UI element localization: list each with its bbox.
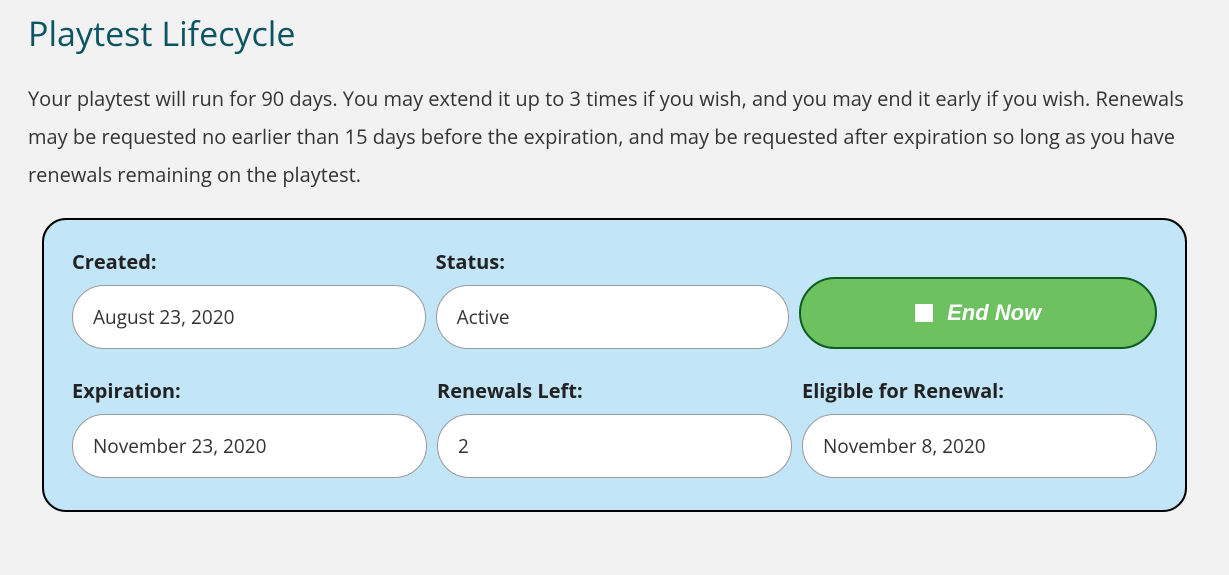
row-2: Expiration: November 23, 2020 Renewals L… — [72, 377, 1157, 478]
status-value: Active — [436, 285, 790, 349]
eligible-label: Eligible for Renewal: — [802, 377, 1157, 404]
expiration-label: Expiration: — [72, 377, 427, 404]
page-title: Playtest Lifecycle — [28, 10, 1201, 56]
page-container: Playtest Lifecycle Your playtest will ru… — [0, 0, 1229, 540]
page-description: Your playtest will run for 90 days. You … — [28, 80, 1201, 194]
field-status: Status: Active — [436, 248, 790, 349]
end-now-label: End Now — [947, 300, 1041, 326]
renewals-left-label: Renewals Left: — [437, 377, 792, 404]
created-value: August 23, 2020 — [72, 285, 426, 349]
lifecycle-card: Created: August 23, 2020 Status: Active … — [42, 218, 1187, 512]
eligible-value: November 8, 2020 — [802, 414, 1157, 478]
stop-icon — [915, 304, 933, 322]
status-label: Status: — [436, 248, 790, 275]
expiration-value: November 23, 2020 — [72, 414, 427, 478]
field-renewals-left: Renewals Left: 2 — [437, 377, 792, 478]
end-now-button[interactable]: End Now — [799, 277, 1157, 349]
renewals-left-value: 2 — [437, 414, 792, 478]
field-eligible: Eligible for Renewal: November 8, 2020 — [802, 377, 1157, 478]
field-created: Created: August 23, 2020 — [72, 248, 426, 349]
row-1: Created: August 23, 2020 Status: Active … — [72, 248, 1157, 349]
field-expiration: Expiration: November 23, 2020 — [72, 377, 427, 478]
created-label: Created: — [72, 248, 426, 275]
